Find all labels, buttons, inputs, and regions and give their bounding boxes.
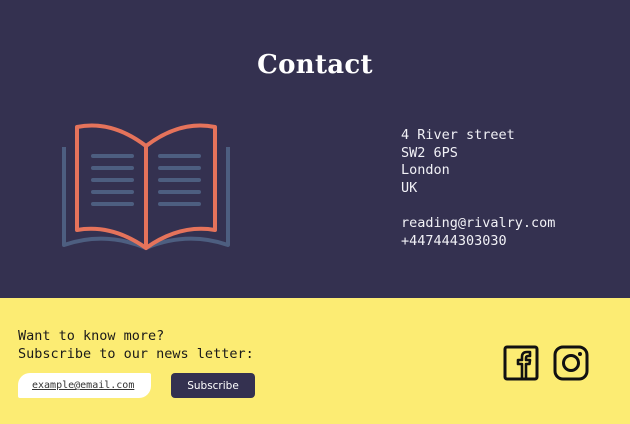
newsletter-footer: Want to know more? Subscribe to our news…: [0, 298, 630, 424]
contact-phone-link[interactable]: +447444303030: [401, 233, 555, 251]
page-title: Contact: [257, 50, 373, 80]
address-spacer: [401, 197, 555, 215]
contact-email-link[interactable]: reading@rivalry.com: [401, 215, 555, 233]
address-line-postcode: SW2 6PS: [401, 144, 458, 161]
newsletter-text: Want to know more? Subscribe to our news…: [18, 328, 254, 363]
contact-details: 4 River street SW2 6PS London UK reading…: [401, 127, 555, 250]
facebook-icon[interactable]: [503, 345, 539, 381]
newsletter-subheading: Subscribe to our news letter:: [18, 345, 254, 362]
instagram-icon[interactable]: [553, 345, 589, 381]
subscribe-button[interactable]: Subscribe: [171, 373, 255, 398]
open-book-icon: [62, 123, 230, 250]
address-line-city: London: [401, 162, 450, 179]
newsletter-email-input[interactable]: [18, 373, 151, 398]
address-line-street: 4 River street: [401, 127, 515, 143]
newsletter-heading: Want to know more?: [18, 328, 165, 344]
address-line-country: UK: [401, 179, 418, 196]
contact-section: Contact 4 River street SW2 6PS London UK…: [0, 0, 630, 298]
